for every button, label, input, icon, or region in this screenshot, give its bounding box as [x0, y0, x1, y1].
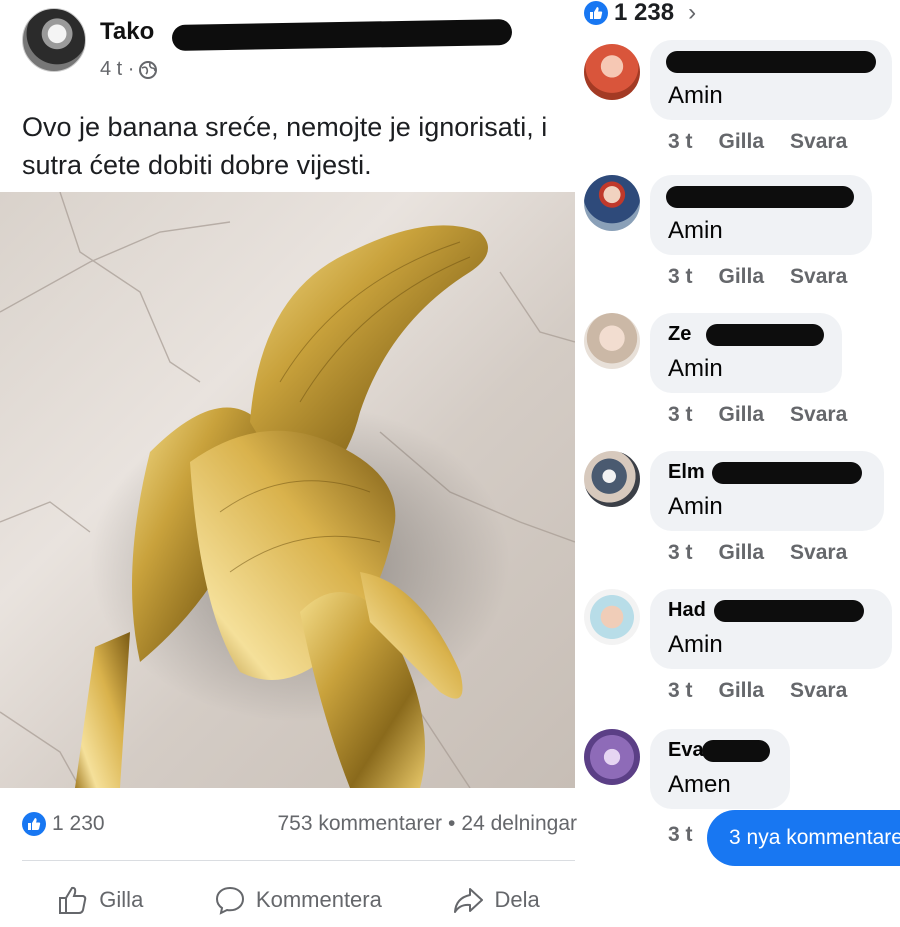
- commenter-name[interactable]: Ze: [668, 323, 824, 349]
- reaction-count: 1 238: [614, 0, 675, 26]
- commenter-name[interactable]: Had: [668, 599, 874, 625]
- engagement-counts: 753 kommentarer • 24 delningar: [277, 812, 577, 836]
- name-redaction: [666, 186, 854, 208]
- comment-button[interactable]: Kommentera: [214, 884, 382, 916]
- comment-time[interactable]: 3 t: [668, 541, 693, 565]
- commenter-avatar[interactable]: [584, 451, 640, 507]
- comment-like-button[interactable]: Gilla: [719, 679, 765, 703]
- comment-reply-button[interactable]: Svara: [790, 403, 847, 427]
- comment-icon: [215, 886, 244, 915]
- like-count: 1 230: [52, 812, 105, 835]
- share-button[interactable]: Dela: [452, 884, 540, 916]
- chevron-right-icon: ›: [688, 0, 697, 26]
- comment-actions: 3 t Gilla Svara: [668, 130, 847, 154]
- post-header: Tako 4 t ·: [22, 8, 582, 81]
- comment-reply-button[interactable]: Svara: [790, 130, 847, 154]
- comment-bubble[interactable]: Amin: [650, 40, 892, 120]
- reaction-summary[interactable]: 1 238 ›: [584, 0, 696, 26]
- name-redaction: [666, 51, 876, 73]
- name-redaction: [714, 600, 864, 622]
- post-image-golden-banana[interactable]: [0, 192, 575, 788]
- like-summary[interactable]: 1 230: [22, 812, 105, 836]
- author-name[interactable]: Tako: [100, 18, 154, 46]
- name-redaction: [712, 462, 862, 484]
- post-stats: 1 230 753 kommentarer • 24 delningar: [22, 812, 577, 842]
- commenter-avatar[interactable]: [584, 313, 640, 369]
- comment-time[interactable]: 3 t: [668, 265, 693, 289]
- author-avatar[interactable]: [22, 8, 86, 72]
- like-button[interactable]: Gilla: [57, 884, 143, 916]
- commenter-name[interactable]: Eva: [668, 739, 772, 765]
- name-redaction: [706, 324, 824, 346]
- like-label: Gilla: [99, 887, 144, 912]
- comment-label: Kommentera: [255, 887, 382, 912]
- comment-bubble[interactable]: Elm Amin: [650, 451, 884, 531]
- commenter-avatar[interactable]: [584, 175, 640, 231]
- comments-panel: 1 238 › Amin 3 t Gilla Svara Amin 3 t Gi…: [580, 0, 900, 927]
- post-text: Ovo je banana sreće, nemojte je ignorisa…: [22, 112, 548, 180]
- comment-reply-button[interactable]: Svara: [790, 265, 847, 289]
- comment-bubble[interactable]: Eva Amen: [650, 729, 790, 809]
- comment-reply-button[interactable]: Svara: [790, 541, 847, 565]
- share-label: Dela: [494, 887, 540, 912]
- comment-text: Amen: [668, 771, 731, 798]
- comment-text: Amin: [668, 355, 723, 382]
- comment-time[interactable]: 3 t: [668, 823, 693, 847]
- comment-like-button[interactable]: Gilla: [719, 541, 765, 565]
- comment-bubble[interactable]: Had Amin: [650, 589, 892, 669]
- commenter-name[interactable]: [666, 50, 876, 76]
- comment-time[interactable]: 3 t: [668, 403, 693, 427]
- like-icon: [22, 812, 46, 836]
- actions-divider: [22, 860, 575, 861]
- like-icon: [584, 1, 608, 25]
- post-time[interactable]: 4 t ·: [100, 58, 134, 81]
- comment-text: Amin: [668, 82, 723, 109]
- new-comments-button[interactable]: 3 nya kommentarer: [707, 810, 900, 866]
- comment-bubble[interactable]: Amin: [650, 175, 872, 255]
- comment-reply-button[interactable]: Svara: [790, 679, 847, 703]
- comment-actions: 3 t Gilla Svara: [668, 541, 847, 565]
- commenter-name[interactable]: Elm: [668, 461, 866, 487]
- comment-like-button[interactable]: Gilla: [719, 403, 765, 427]
- share-count[interactable]: 24 delningar: [461, 812, 577, 836]
- commenter-avatar[interactable]: [584, 44, 640, 100]
- name-redaction: [702, 740, 770, 762]
- golden-banana-image: [0, 192, 575, 788]
- comment-actions: 3 t Gilla Svara: [668, 265, 847, 289]
- comment-text: Amin: [668, 631, 723, 658]
- comment-actions: 3 t Gilla Svara: [668, 679, 847, 703]
- comment-time[interactable]: 3 t: [668, 130, 693, 154]
- globe-icon: [139, 60, 158, 79]
- comment-like-button[interactable]: Gilla: [719, 265, 765, 289]
- thumbs-up-icon: [59, 886, 87, 914]
- commenter-avatar[interactable]: [584, 729, 640, 785]
- post-actions: Gilla Kommentera Dela: [22, 878, 575, 922]
- commenter-avatar[interactable]: [584, 589, 640, 645]
- post-meta: 4 t ·: [100, 58, 158, 81]
- author-name-redaction: [171, 19, 513, 51]
- commenter-name[interactable]: [666, 185, 854, 211]
- share-icon: [454, 888, 484, 913]
- count-separator: •: [448, 812, 456, 835]
- comment-text: Amin: [668, 493, 723, 520]
- comment-time[interactable]: 3 t: [668, 679, 693, 703]
- post-card: Tako 4 t · Ovo je banana sreće, nemojte …: [0, 0, 585, 927]
- comment-bubble[interactable]: Ze Amin: [650, 313, 842, 393]
- comment-actions: 3 t Gilla Svara: [668, 403, 847, 427]
- comment-actions: 3 t: [668, 823, 693, 847]
- comment-count[interactable]: 753 kommentarer: [277, 812, 442, 836]
- comment-like-button[interactable]: Gilla: [719, 130, 765, 154]
- comment-text: Amin: [668, 217, 723, 244]
